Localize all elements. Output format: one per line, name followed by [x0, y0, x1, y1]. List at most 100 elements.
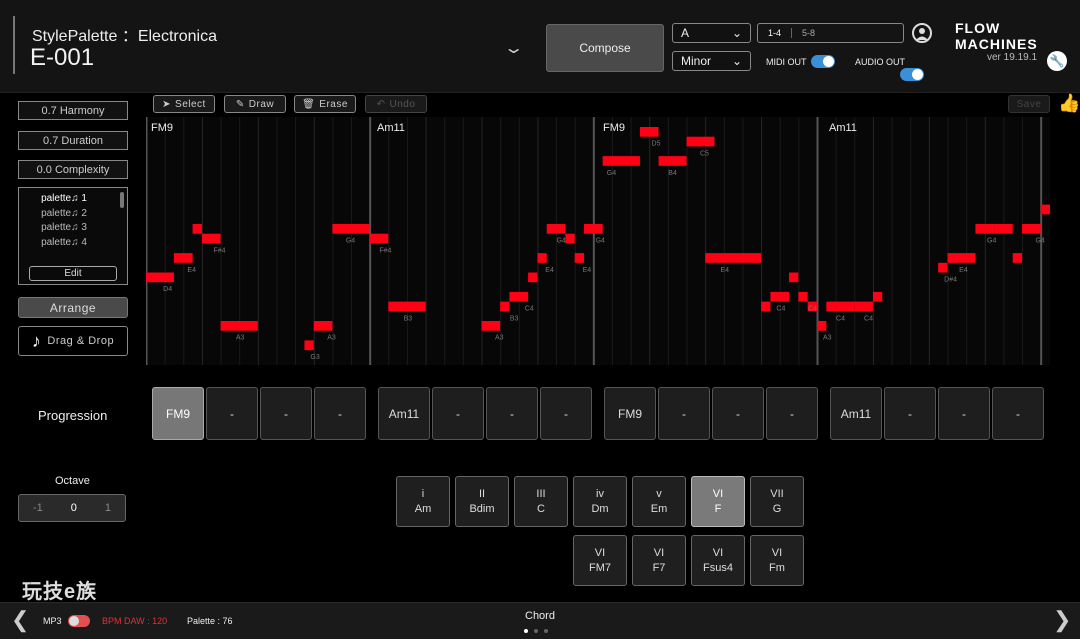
chevron-right-icon[interactable]: ❯: [1053, 607, 1071, 633]
bar-range-selector[interactable]: 1-4 5-8: [757, 23, 904, 43]
note-block[interactable]: [565, 233, 575, 244]
key-dropdown[interactable]: A ⌄: [672, 23, 751, 43]
mp3-toggle[interactable]: [68, 615, 90, 627]
progression-cell[interactable]: -: [712, 387, 764, 440]
palette-list[interactable]: palette♫ 1 palette♫ 2 palette♫ 3 palette…: [18, 187, 128, 285]
thumbs-up-icon[interactable]: 👍: [1058, 93, 1080, 114]
note-block[interactable]: [938, 262, 948, 273]
note-block[interactable]: [994, 224, 1013, 234]
progression-cell[interactable]: -: [260, 387, 312, 440]
octave-minus[interactable]: -1: [33, 502, 43, 514]
note-block[interactable]: [500, 301, 510, 312]
undo-tool[interactable]: ↶ Undo: [365, 95, 427, 113]
chevron-down-icon[interactable]: ⌄: [503, 38, 524, 58]
note-block[interactable]: [798, 291, 808, 302]
note-block[interactable]: [705, 253, 762, 263]
octave-current[interactable]: 0: [71, 502, 77, 514]
note-block[interactable]: [369, 233, 389, 244]
chevron-left-icon[interactable]: ❮: [11, 607, 29, 633]
note-block[interactable]: [639, 127, 659, 137]
note-block[interactable]: [975, 224, 995, 234]
note-block[interactable]: [602, 156, 640, 166]
progression-cell[interactable]: FM9: [152, 387, 204, 440]
progression-cell[interactable]: -: [540, 387, 592, 440]
octave-selector[interactable]: -1 0 1: [18, 494, 126, 522]
chord-degree-button[interactable]: VI F: [691, 476, 745, 527]
chord-degree-button[interactable]: II Bdim: [455, 476, 509, 527]
drag-drop-button[interactable]: ♪ Drag & Drop: [18, 326, 128, 356]
progression-cell[interactable]: -: [938, 387, 990, 440]
note-block[interactable]: [658, 156, 687, 166]
note-block[interactable]: [201, 233, 221, 244]
note-block[interactable]: [1040, 204, 1050, 215]
note-block[interactable]: [537, 253, 547, 263]
user-icon[interactable]: [912, 23, 932, 43]
chord-degree-button[interactable]: v Em: [632, 476, 686, 527]
draw-tool[interactable]: ✎ Draw: [224, 95, 286, 113]
midi-out-toggle[interactable]: [811, 55, 835, 68]
note-block[interactable]: [509, 291, 529, 302]
chord-degree-button[interactable]: i Am: [396, 476, 450, 527]
progression-cell[interactable]: -: [432, 387, 484, 440]
palette-item[interactable]: palette♫ 4: [19, 236, 127, 251]
note-block[interactable]: [332, 224, 370, 234]
chord-degree-button[interactable]: iv Dm: [573, 476, 627, 527]
note-block[interactable]: [481, 321, 501, 331]
progression-cell[interactable]: -: [992, 387, 1044, 440]
wrench-icon[interactable]: 🔧: [1047, 51, 1067, 71]
chord-degree-button[interactable]: VI Fsus4: [691, 535, 745, 586]
chord-degree-button[interactable]: VI F7: [632, 535, 686, 586]
complexity-control[interactable]: 0.0 Complexity: [18, 160, 128, 179]
palette-item[interactable]: palette♫ 2: [19, 207, 127, 222]
progression-cell[interactable]: -: [486, 387, 538, 440]
chord-degree-button[interactable]: VI Fm: [750, 535, 804, 586]
palette-item[interactable]: palette♫ 1: [19, 192, 127, 207]
audio-out-toggle[interactable]: [900, 68, 924, 81]
progression-cell[interactable]: -: [766, 387, 818, 440]
octave-plus[interactable]: 1: [105, 502, 111, 514]
note-block[interactable]: [686, 136, 715, 147]
note-block[interactable]: [872, 291, 883, 302]
bar-range-1[interactable]: 1-4: [758, 28, 793, 38]
harmony-control[interactable]: 0.7 Harmony: [18, 101, 128, 120]
note-block[interactable]: [947, 253, 976, 263]
piano-roll[interactable]: D4 E4 F#4 A3 G3 A3 G4 F#4 B3 A3 B3 C4 E4 G4 E4 G4 G4 D5 B4…: [146, 117, 1050, 365]
progression-cell[interactable]: Am11: [378, 387, 430, 440]
mode-dropdown[interactable]: Minor ⌄: [672, 51, 751, 71]
note-block[interactable]: [146, 272, 174, 283]
edit-button[interactable]: Edit: [29, 266, 117, 281]
note-block[interactable]: [854, 301, 873, 312]
bar-range-2[interactable]: 5-8: [792, 28, 825, 38]
note-block[interactable]: [546, 224, 566, 234]
note-block[interactable]: [173, 253, 193, 263]
note-block[interactable]: [817, 321, 827, 331]
chord-degree-button[interactable]: VII G: [750, 476, 804, 527]
save-button[interactable]: Save: [1008, 95, 1050, 113]
note-block[interactable]: [313, 321, 333, 331]
note-block[interactable]: [761, 301, 771, 312]
progression-cell[interactable]: -: [314, 387, 366, 440]
progression-cell[interactable]: Am11: [830, 387, 882, 440]
progression-cell[interactable]: -: [658, 387, 710, 440]
note-block[interactable]: [220, 321, 258, 331]
select-tool[interactable]: ➤ Select: [153, 95, 215, 113]
progression-cell[interactable]: FM9: [604, 387, 656, 440]
note-block[interactable]: [789, 272, 799, 283]
note-block[interactable]: [770, 291, 790, 302]
duration-control[interactable]: 0.7 Duration: [18, 131, 128, 150]
note-block[interactable]: [574, 253, 585, 263]
compose-button[interactable]: Compose: [546, 24, 664, 72]
chord-degree-button[interactable]: III C: [514, 476, 568, 527]
chord-degree-button[interactable]: VI FM7: [573, 535, 627, 586]
note-block[interactable]: [528, 272, 538, 283]
note-block[interactable]: [584, 224, 603, 234]
note-block[interactable]: [826, 301, 855, 312]
note-block[interactable]: [1012, 253, 1023, 263]
progression-cell[interactable]: -: [206, 387, 258, 440]
arrange-button[interactable]: Arrange: [18, 297, 128, 318]
progression-cell[interactable]: -: [884, 387, 936, 440]
palette-scrollbar[interactable]: [120, 192, 124, 208]
palette-item[interactable]: palette♫ 3: [19, 221, 127, 236]
erase-tool[interactable]: 🗑 Erase: [294, 95, 356, 113]
page-indicator[interactable]: [524, 629, 548, 633]
